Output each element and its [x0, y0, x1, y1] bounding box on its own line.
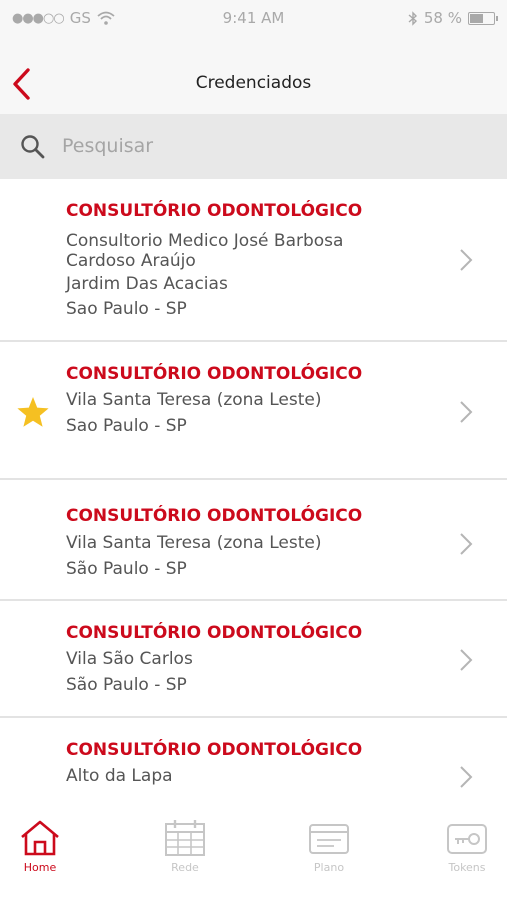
item-city: São Paulo - SP	[66, 675, 187, 695]
bluetooth-icon	[408, 10, 417, 26]
chevron-right-icon	[460, 766, 473, 788]
item-title: CONSULTÓRIO ODONTOLÓGICO	[66, 740, 363, 760]
item-title: CONSULTÓRIO ODONTOLÓGICO	[66, 201, 363, 221]
chevron-right-icon	[460, 533, 473, 555]
tab-plano[interactable]: Plano	[289, 819, 369, 874]
chevron-right-icon	[460, 401, 473, 423]
item-neighborhood: Vila São Carlos	[66, 649, 193, 669]
item-detail: Cardoso Araújo	[66, 251, 196, 271]
item-city: Sao Paulo - SP	[66, 299, 187, 319]
tab-label: Rede	[171, 861, 199, 874]
tab-label: Plano	[313, 861, 345, 874]
home-icon	[21, 820, 59, 856]
item-neighborhood: Vila Santa Teresa (zona Leste)	[66, 533, 322, 553]
item-neighborhood: Vila Santa Teresa (zona Leste)	[66, 390, 322, 410]
battery-icon	[468, 11, 498, 25]
list-item[interactable]: CONSULTÓRIO ODONTOLÓGICO Vila Santa Tere…	[0, 342, 507, 480]
nav-bar: Credenciados	[0, 36, 507, 114]
tab-bar: Home Rede Plano Tokens	[0, 801, 507, 900]
status-bar: ●●●○○ GS 9:41 AM 58 %	[0, 0, 507, 36]
item-detail: Consultorio Medico José Barbosa	[66, 231, 344, 251]
tab-home[interactable]: Home	[0, 819, 80, 874]
list-item[interactable]: CONSULTÓRIO ODONTOLÓGICO Vila Santa Tere…	[0, 480, 507, 601]
item-city: São Paulo - SP	[66, 559, 187, 579]
status-right: 58 %	[408, 9, 498, 27]
tab-rede[interactable]: Rede	[145, 819, 225, 874]
page-title: Credenciados	[195, 73, 312, 93]
item-neighborhood: Jardim Das Acacias	[66, 274, 228, 294]
card-icon	[309, 824, 349, 854]
key-icon	[447, 824, 487, 854]
battery-label: 58 %	[423, 9, 462, 27]
item-city: Sao Paulo - SP	[66, 416, 187, 436]
battery-fill	[470, 13, 483, 23]
item-neighborhood: Alto da Lapa	[66, 766, 173, 786]
search-input[interactable]	[62, 128, 482, 164]
list-item[interactable]: CONSULTÓRIO ODONTOLÓGICO Vila São Carlos…	[0, 601, 507, 718]
list-item[interactable]: CONSULTÓRIO ODONTOLÓGICO Alto da Lapa	[0, 718, 507, 801]
item-title: CONSULTÓRIO ODONTOLÓGICO	[66, 364, 363, 384]
chevron-right-icon	[460, 649, 473, 671]
search-bar	[0, 114, 507, 179]
tab-tokens[interactable]: Tokens	[427, 819, 507, 874]
item-title: CONSULTÓRIO ODONTOLÓGICO	[66, 623, 363, 643]
list-item[interactable]: CONSULTÓRIO ODONTOLÓGICO Consultorio Med…	[0, 179, 507, 342]
tab-label: Tokens	[448, 861, 486, 874]
star-icon[interactable]	[16, 395, 50, 429]
search-icon[interactable]	[20, 134, 46, 160]
item-title: CONSULTÓRIO ODONTOLÓGICO	[66, 506, 363, 526]
tab-label: Home	[23, 861, 57, 874]
chevron-right-icon	[460, 249, 473, 271]
providers-list: CONSULTÓRIO ODONTOLÓGICO Consultorio Med…	[0, 179, 507, 801]
calendar-grid-icon	[165, 820, 205, 856]
